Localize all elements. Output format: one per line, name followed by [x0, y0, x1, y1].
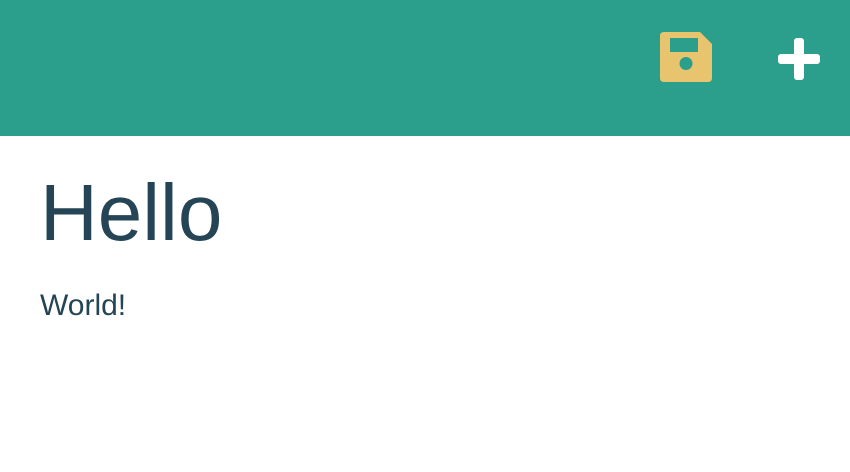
page-title: Hello [40, 168, 223, 257]
body-text: World! [40, 289, 127, 322]
top-app-bar [0, 0, 850, 136]
plus-icon [778, 38, 820, 80]
app-window: Hello World! [0, 0, 850, 472]
floppy-disk-icon [660, 32, 712, 82]
add-button[interactable] [774, 34, 824, 84]
main-content: Hello World! [40, 158, 830, 326]
save-button[interactable] [658, 30, 714, 84]
